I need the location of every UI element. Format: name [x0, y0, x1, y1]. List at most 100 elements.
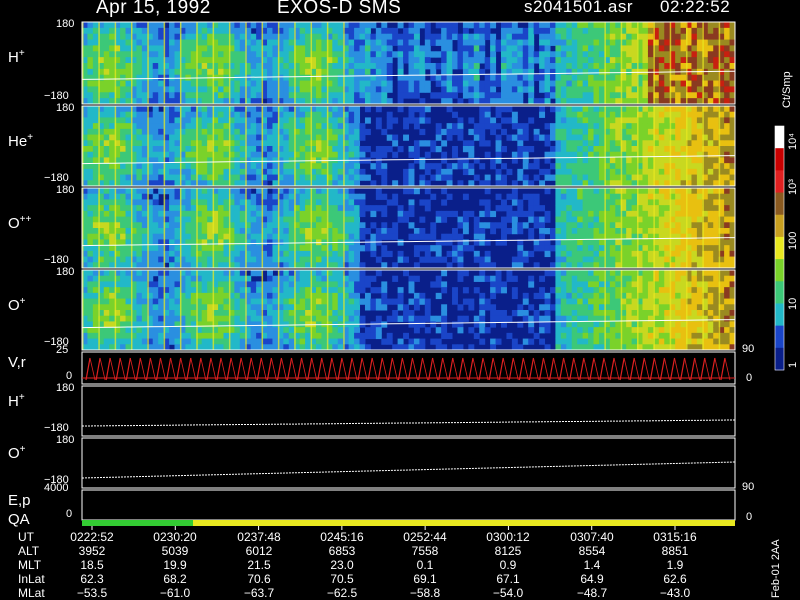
spectrogram-cell — [462, 86, 469, 93]
spectrogram-cell — [413, 117, 420, 124]
spectrogram-cell — [441, 45, 448, 52]
spectrogram-cell — [528, 80, 535, 87]
spectrogram-cell — [190, 292, 197, 300]
spectrogram-cell — [92, 298, 99, 305]
spectrogram-cell — [539, 228, 546, 235]
spectrogram-cell — [190, 123, 197, 130]
spectrogram-cell — [283, 188, 290, 195]
spectrogram-cell — [223, 199, 230, 206]
spectrogram-cell — [631, 57, 638, 64]
spectrogram-cell — [152, 193, 159, 200]
spectrogram-cell — [392, 222, 399, 229]
spectrogram-cell — [120, 74, 127, 82]
spectrogram-cell — [664, 210, 671, 218]
spectrogram-cell — [169, 292, 176, 300]
spectrogram-cell — [517, 74, 524, 82]
spectrogram-cell — [511, 92, 518, 99]
spectrogram-cell — [87, 80, 94, 87]
spectrogram-cell — [348, 33, 355, 41]
spectrogram-cell — [560, 228, 567, 235]
spectrogram-cell — [92, 321, 99, 328]
spectrogram-cell — [615, 45, 622, 52]
spectrogram-cell — [87, 245, 94, 252]
spectrogram-cell — [593, 216, 600, 223]
spectrogram-streak — [686, 22, 688, 104]
spectrogram-cell — [141, 111, 148, 118]
spectrogram-cell — [381, 57, 388, 64]
spectrogram-cell — [479, 233, 486, 240]
spectrogram-cell — [615, 222, 622, 229]
spectrogram-cell — [201, 106, 208, 113]
spectrogram-cell — [473, 80, 480, 87]
spectrogram-cell — [680, 233, 687, 240]
spectrogram-cell — [141, 86, 148, 93]
spectrogram-cell — [555, 250, 562, 258]
spectrogram-cell — [201, 327, 208, 334]
spectrogram-cell — [631, 256, 638, 263]
spectrogram-cell — [234, 315, 241, 322]
spectrogram-cell — [218, 134, 224, 141]
spectrogram-cell — [103, 281, 110, 288]
spectrogram-cell — [691, 63, 698, 70]
spectrogram-cell — [267, 151, 273, 158]
spectrogram-cell — [430, 228, 437, 235]
spectrogram-cell — [468, 163, 475, 170]
spectrogram-cell — [109, 39, 116, 46]
spectrogram-cell — [419, 233, 426, 240]
spectrogram-cell — [441, 168, 448, 176]
spectrogram-cell — [109, 86, 116, 93]
spectrogram-cell — [555, 140, 562, 147]
spectrogram-cell — [218, 57, 224, 64]
spectrogram-cell — [272, 111, 279, 118]
spectrogram-cell — [707, 80, 714, 87]
spectrogram-cell — [566, 74, 573, 82]
spectrogram-cell — [413, 188, 420, 195]
spectrogram-cell — [588, 123, 595, 130]
spectrogram-cell — [354, 210, 361, 218]
spectrogram-cell — [125, 245, 132, 252]
spectrogram-cell — [169, 63, 176, 70]
spectrogram-cell — [92, 287, 99, 294]
spectrogram-cell — [544, 51, 551, 58]
spectrogram-cell — [152, 27, 159, 35]
spectrogram-cell — [446, 22, 453, 29]
spectrogram-cell — [577, 68, 584, 76]
spectrogram-cell — [141, 222, 148, 229]
spectrogram-cell — [158, 86, 165, 93]
spectrogram-cell — [713, 256, 720, 263]
spectrogram-cell — [680, 146, 687, 153]
spectrogram-cell — [223, 51, 230, 58]
spectrogram-cell — [424, 163, 431, 170]
spectrogram-cell — [234, 151, 241, 158]
spectrogram-cell — [539, 134, 546, 141]
spectrogram-cell — [560, 68, 567, 76]
spectrogram-cell — [218, 111, 224, 118]
spectrogram-cell — [615, 140, 622, 147]
spectrogram-cell — [223, 146, 230, 153]
spectrogram-cell — [250, 321, 257, 328]
spectrogram-cell — [125, 39, 132, 46]
spectrogram-cell — [321, 245, 328, 252]
spectrogram-cell — [250, 327, 257, 334]
spectrogram-cell — [288, 250, 295, 258]
spectrogram-cell — [174, 270, 181, 277]
spectrogram-cell — [462, 239, 469, 246]
spectrogram-cell — [190, 256, 197, 263]
spectrogram-cell — [109, 338, 116, 345]
spectrogram-cell — [435, 33, 442, 41]
spectrogram-cell — [125, 74, 132, 82]
spectrogram-cell — [588, 33, 595, 41]
spectrogram-cell — [642, 140, 649, 147]
spectrogram-cell — [566, 39, 573, 46]
spectrogram-cell — [87, 117, 94, 124]
spectrogram-cell — [125, 228, 132, 235]
spectrogram-cell — [631, 250, 638, 258]
spectrogram-cell — [141, 332, 148, 340]
spectrogram-cell — [473, 63, 480, 70]
spectrogram-cell — [174, 92, 181, 99]
spectrogram-cell — [337, 117, 344, 124]
spectrogram-cell — [315, 39, 322, 46]
spectrogram-cell — [397, 106, 404, 113]
spectrogram-cell — [424, 117, 431, 124]
spectrogram-cell — [413, 68, 420, 76]
